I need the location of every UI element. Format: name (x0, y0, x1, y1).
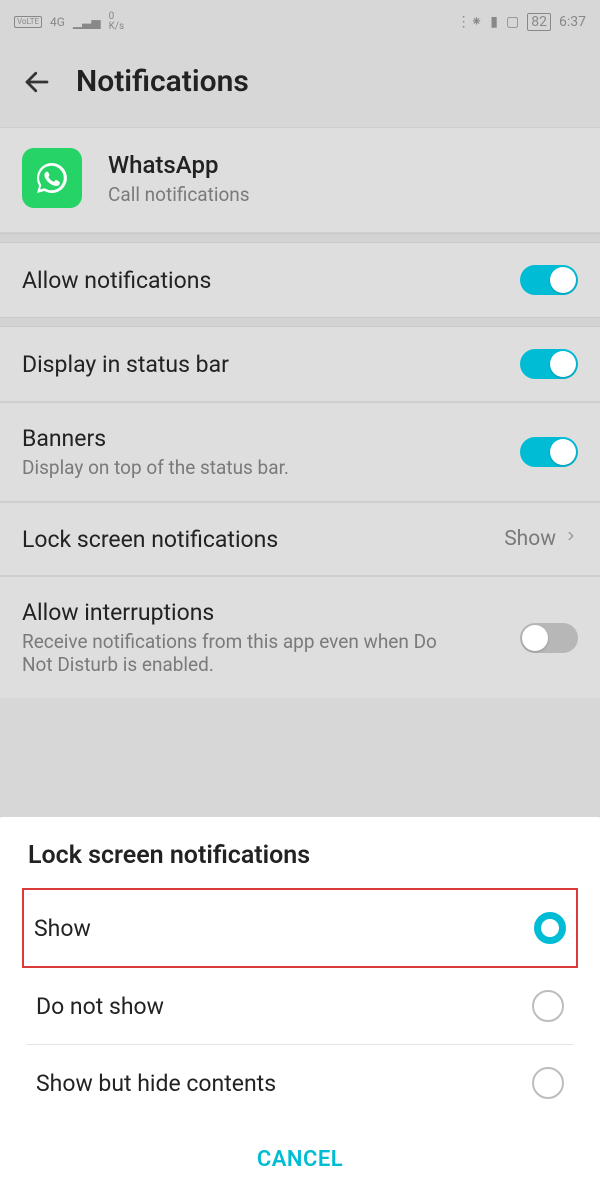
lock-screen-dialog: Lock screen notifications Show Do not sh… (0, 817, 600, 1200)
allow-notifications-label: Allow notifications (22, 267, 520, 294)
allow-notifications-row[interactable]: Allow notifications (0, 243, 600, 317)
lock-screen-row[interactable]: Lock screen notifications Show (0, 502, 600, 576)
option-do-not-show[interactable]: Do not show (26, 968, 574, 1045)
status-bar-label: Display in status bar (22, 351, 520, 378)
option-show-radio[interactable] (534, 912, 566, 944)
banners-toggle[interactable] (520, 437, 578, 467)
chevron-right-icon (564, 525, 578, 553)
option-do-not-show-radio[interactable] (532, 990, 564, 1022)
option-hide-contents-label: Show but hide contents (36, 1070, 276, 1097)
option-hide-contents[interactable]: Show but hide contents (26, 1045, 574, 1121)
interruptions-label: Allow interruptions (22, 599, 520, 626)
option-show[interactable]: Show (24, 890, 576, 966)
status-bar: VoLTE 4G ▁▃▅ 0K/s ⋮⁕ ▮ ▢ 82 6:37 (0, 0, 600, 44)
interruptions-row[interactable]: Allow interruptions Receive notification… (0, 576, 600, 698)
data-speed: 0K/s (109, 12, 125, 32)
arrow-left-icon (22, 67, 52, 97)
battery-icon: ▮ (490, 14, 498, 30)
status-bar-toggle[interactable] (520, 349, 578, 379)
highlight-annotation: Show (22, 888, 578, 968)
app-name: WhatsApp (108, 151, 250, 179)
lock-screen-label: Lock screen notifications (22, 526, 504, 553)
allow-notifications-toggle[interactable] (520, 265, 578, 295)
page-title: Notifications (76, 64, 249, 99)
status-bar-row[interactable]: Display in status bar (0, 327, 600, 402)
back-button[interactable] (20, 65, 54, 99)
interruptions-toggle[interactable] (520, 623, 578, 653)
clock: 6:37 (559, 14, 586, 30)
option-hide-contents-radio[interactable] (532, 1067, 564, 1099)
banners-row[interactable]: Banners Display on top of the status bar… (0, 402, 600, 502)
vibrate-icon: ▢ (506, 14, 519, 30)
signal-icon: ▁▃▅ (73, 15, 101, 29)
option-show-label: Show (34, 915, 91, 942)
dialog-title: Lock screen notifications (0, 841, 600, 888)
lock-screen-value: Show (504, 527, 556, 551)
battery-percent: 82 (527, 13, 551, 31)
banners-subtitle: Display on top of the status bar. (22, 456, 462, 479)
app-info-row: WhatsApp Call notifications (0, 127, 600, 233)
whatsapp-icon (22, 148, 82, 208)
page-header: Notifications (0, 44, 600, 127)
app-subtitle: Call notifications (108, 183, 250, 206)
interruptions-subtitle: Receive notifications from this app even… (22, 630, 462, 676)
bluetooth-icon: ⋮⁕ (457, 14, 483, 30)
volte-badge: VoLTE (14, 16, 42, 28)
banners-label: Banners (22, 425, 520, 452)
cancel-button[interactable]: CANCEL (257, 1147, 343, 1172)
option-do-not-show-label: Do not show (36, 993, 164, 1020)
network-type: 4G (50, 15, 65, 29)
